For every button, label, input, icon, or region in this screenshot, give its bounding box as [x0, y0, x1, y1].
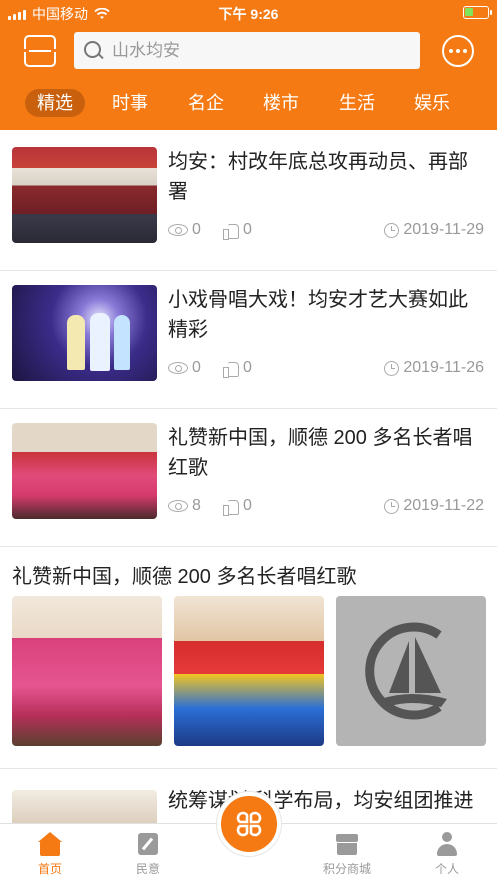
news-item[interactable]: 均安：村改年底总攻再动员、再部署 0 0 2019-11-29 [0, 133, 497, 271]
views-count: 0 [168, 359, 201, 377]
news-title: 礼赞新中国，顺德 200 多名长者唱红歌 [168, 427, 473, 479]
divider [0, 768, 497, 769]
news-title: 均安：村改年底总攻再动员、再部署 [168, 151, 468, 203]
shop-icon [335, 832, 359, 856]
views-count: 0 [168, 221, 201, 239]
clock-icon [384, 360, 400, 376]
gallery-image[interactable] [12, 596, 162, 746]
tab-shenghuo[interactable]: 生活 [339, 89, 375, 117]
likes-count: 0 [223, 221, 252, 240]
person-icon [435, 832, 459, 856]
category-tabs: 精选 时事 名企 楼市 生活 娱乐 [0, 86, 497, 122]
status-time: 下午 9:26 [218, 6, 279, 22]
tab-loushi[interactable]: 楼市 [263, 89, 299, 117]
eye-icon [168, 224, 188, 236]
clock-icon [384, 222, 400, 238]
gallery-images[interactable] [12, 596, 486, 746]
placeholder-logo-image[interactable] [336, 596, 486, 746]
news-meta: 0 0 2019-11-29 [168, 221, 486, 245]
publish-date: 2019-11-26 [384, 359, 484, 377]
search-icon [84, 40, 104, 61]
news-meta: 8 0 2019-11-22 [168, 497, 486, 521]
gallery-image[interactable] [174, 596, 324, 746]
news-thumbnail [12, 147, 157, 243]
search-bar[interactable] [74, 32, 420, 69]
gallery-title[interactable]: 礼赞新中国，顺德 200 多名长者唱红歌 [12, 560, 356, 589]
news-thumbnail [12, 285, 157, 381]
news-item[interactable]: 小戏骨唱大戏！均安才艺大赛如此精彩 0 0 2019-11-26 [0, 271, 497, 409]
nav-home[interactable]: 首页 [10, 832, 90, 877]
thumbs-up-icon [223, 499, 239, 516]
thumbs-up-icon [223, 223, 239, 240]
news-item[interactable]: 礼赞新中国，顺德 200 多名长者唱红歌 8 0 2019-11-22 [0, 409, 497, 547]
tab-jingxuan[interactable]: 精选 [25, 89, 85, 117]
nav-minyi[interactable]: 民意 [108, 832, 188, 877]
pen-icon [136, 832, 160, 856]
nav-points-mall-label: 积分商城 [322, 862, 371, 876]
center-action-button[interactable] [217, 792, 281, 856]
nav-home-label: 首页 [37, 862, 62, 876]
eye-icon [168, 362, 188, 374]
clover-icon [236, 811, 262, 837]
more-icon[interactable] [442, 35, 474, 67]
app-header: 中国移动 下午 9:26 精选 时事 名企 楼市 生活 娱乐 [0, 0, 497, 130]
clock-icon [384, 498, 400, 514]
search-input[interactable] [112, 40, 402, 61]
likes-count: 0 [223, 497, 252, 516]
menu-icon[interactable] [24, 35, 56, 67]
nav-personal-label: 个人 [434, 862, 459, 876]
news-thumbnail [12, 423, 157, 519]
nav-personal[interactable]: 个人 [407, 832, 487, 877]
news-title: 小戏骨唱大戏！均安才艺大赛如此精彩 [168, 289, 468, 341]
tab-mingqi[interactable]: 名企 [188, 89, 224, 117]
likes-count: 0 [223, 359, 252, 378]
news-meta: 0 0 2019-11-26 [168, 359, 486, 383]
publish-date: 2019-11-22 [384, 497, 484, 515]
battery-icon [463, 6, 492, 19]
home-icon [38, 832, 62, 856]
views-count: 8 [168, 497, 201, 515]
publish-date: 2019-11-29 [384, 221, 484, 239]
tab-shishi[interactable]: 时事 [112, 89, 148, 117]
eye-icon [168, 500, 188, 512]
nav-minyi-label: 民意 [135, 862, 160, 876]
thumbs-up-icon [223, 361, 239, 378]
tab-yule[interactable]: 娱乐 [414, 89, 450, 117]
status-bar: 中国移动 下午 9:26 [0, 0, 497, 26]
nav-points-mall[interactable]: 积分商城 [307, 832, 387, 877]
sailboat-logo-icon [365, 622, 447, 720]
news-title[interactable]: 统筹谋划 科学布局，均安组团推进 [168, 786, 483, 822]
